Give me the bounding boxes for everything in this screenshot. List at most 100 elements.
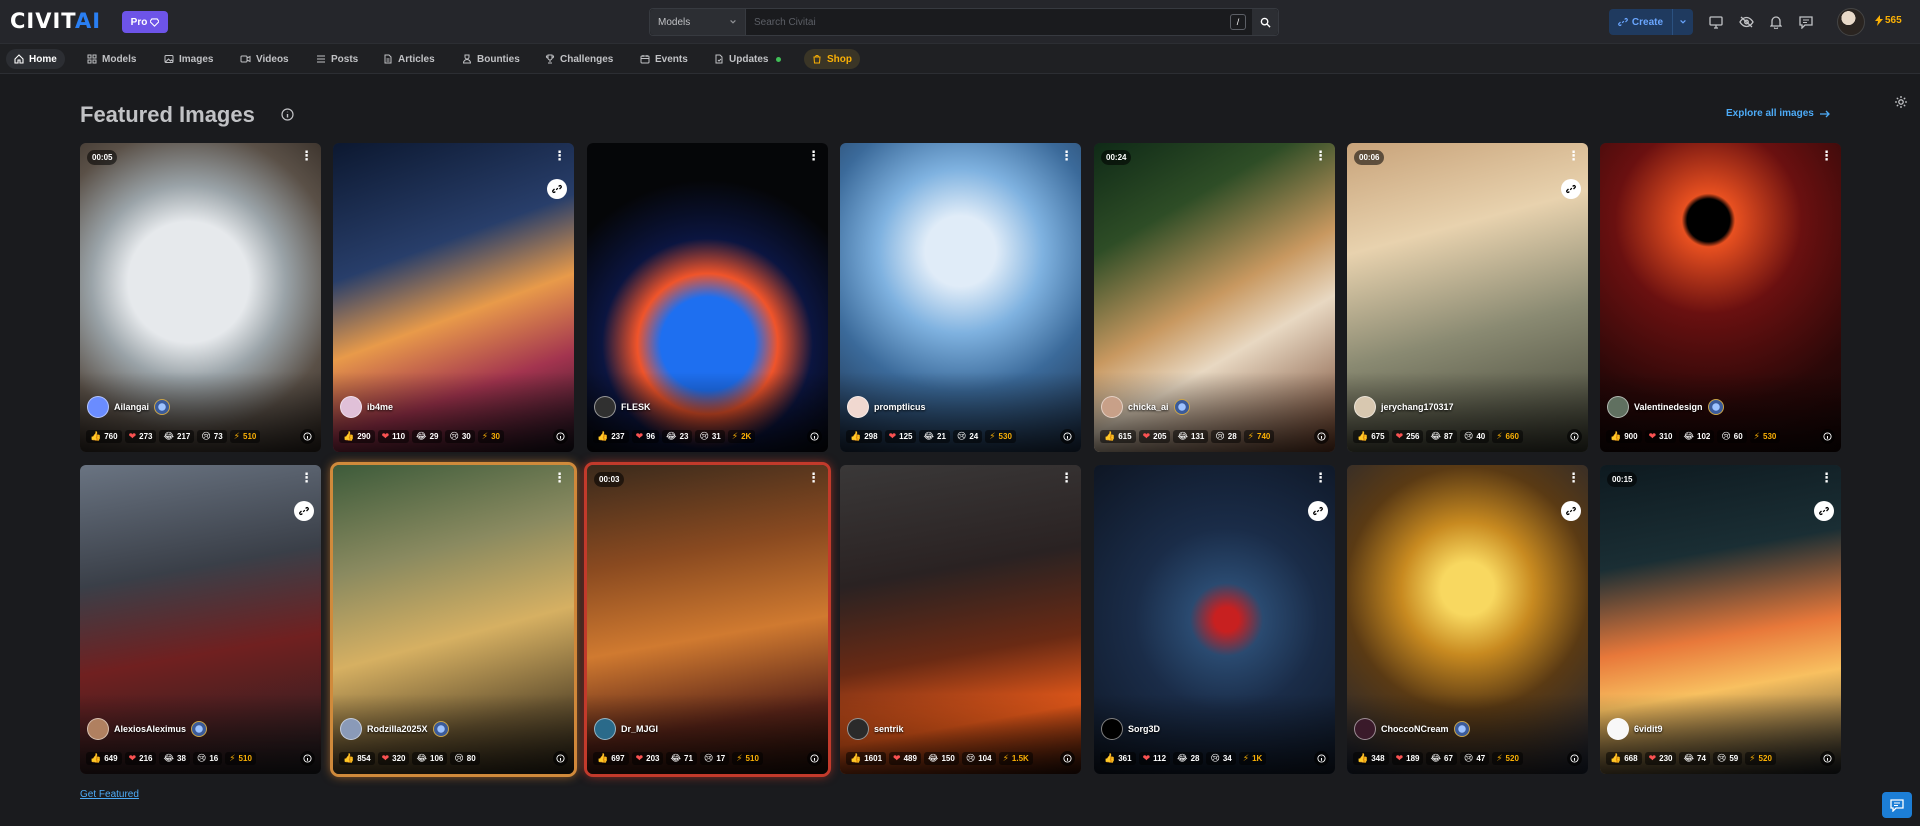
create-button[interactable]: Create xyxy=(1609,9,1693,35)
buzz-tip[interactable]: ⚡ 1K xyxy=(1238,751,1267,765)
more-options-icon[interactable]: ⋮ xyxy=(300,471,313,484)
image-card[interactable]: ⋮ Sorg3D 👍 361 ❤ 112 😂 28 😢 34 ⚡ 1K xyxy=(1094,465,1335,774)
heart-reaction[interactable]: ❤ 273 xyxy=(124,429,157,443)
image-card[interactable]: 00:03 ⋮ Dr_MJGI 👍 697 ❤ 203 😂 71 😢 17 ⚡ 510 xyxy=(587,465,828,774)
like-reaction[interactable]: 👍 649 xyxy=(86,751,122,765)
heart-reaction[interactable]: ❤ 189 xyxy=(1391,751,1424,765)
image-card[interactable]: ⋮ FLESK 👍 237 ❤ 96 😂 23 😢 31 ⚡ 2K xyxy=(587,143,828,452)
remix-icon[interactable] xyxy=(547,179,567,199)
laugh-reaction[interactable]: 😂 21 xyxy=(919,429,950,443)
chat-button[interactable] xyxy=(1882,792,1912,818)
card-user[interactable]: jerychang170317 xyxy=(1354,396,1454,418)
bell-icon[interactable] xyxy=(1767,13,1785,31)
cry-reaction[interactable]: 😢 17 xyxy=(699,751,730,765)
card-user[interactable]: FLESK xyxy=(594,396,651,418)
cry-reaction[interactable]: 😢 80 xyxy=(450,751,480,765)
heart-reaction[interactable]: ❤ 96 xyxy=(631,429,660,443)
like-reaction[interactable]: 👍 361 xyxy=(1100,751,1136,765)
laugh-reaction[interactable]: 😂 131 xyxy=(1173,429,1209,443)
heart-reaction[interactable]: ❤ 112 xyxy=(1138,751,1171,765)
nav-events[interactable]: Events xyxy=(632,49,696,69)
card-user[interactable]: 6vidit9 xyxy=(1607,718,1663,740)
nav-home[interactable]: Home xyxy=(6,49,65,69)
cry-reaction[interactable]: 😢 31 xyxy=(695,429,725,443)
cry-reaction[interactable]: 😢 60 xyxy=(1717,429,1747,443)
image-info-icon[interactable] xyxy=(1567,429,1582,444)
create-menu-caret[interactable] xyxy=(1673,18,1693,26)
card-user[interactable]: Rodzilla2025X xyxy=(340,718,449,740)
card-user[interactable]: promptlicus xyxy=(847,396,926,418)
cry-reaction[interactable]: 😢 16 xyxy=(192,751,223,765)
image-info-icon[interactable] xyxy=(1820,751,1835,766)
more-options-icon[interactable]: ⋮ xyxy=(553,149,566,162)
image-info-icon[interactable] xyxy=(807,429,822,444)
remix-icon[interactable] xyxy=(1561,501,1581,521)
image-info-icon[interactable] xyxy=(1060,751,1075,766)
search-button[interactable] xyxy=(1252,9,1278,35)
like-reaction[interactable]: 👍 615 xyxy=(1100,429,1136,443)
nav-bounties[interactable]: Bounties xyxy=(454,49,528,69)
heart-reaction[interactable]: ❤ 216 xyxy=(124,751,157,765)
image-card[interactable]: 00:05 ⋮ Ailangai 👍 760 ❤ 273 😂 217 😢 73 ⚡ 510 xyxy=(80,143,321,452)
more-options-icon[interactable]: ⋮ xyxy=(1314,471,1327,484)
more-options-icon[interactable]: ⋮ xyxy=(553,471,566,484)
like-reaction[interactable]: 👍 697 xyxy=(593,751,629,765)
nav-challenges[interactable]: Challenges xyxy=(537,49,621,69)
nav-shop[interactable]: Shop xyxy=(804,49,860,69)
image-info-icon[interactable] xyxy=(1314,429,1329,444)
image-info-icon[interactable] xyxy=(807,751,822,766)
user-avatar[interactable] xyxy=(1837,8,1865,36)
info-icon[interactable] xyxy=(281,108,294,124)
nav-articles[interactable]: Articles xyxy=(375,49,443,69)
cry-reaction[interactable]: 😢 59 xyxy=(1712,751,1743,765)
like-reaction[interactable]: 👍 298 xyxy=(846,429,882,443)
image-card[interactable]: ⋮ Rodzilla2025X 👍 854 ❤ 320 😂 106 😢 80 xyxy=(333,465,574,774)
buzz-tip[interactable]: ⚡ 510 xyxy=(229,429,261,443)
laugh-reaction[interactable]: 😂 217 xyxy=(159,429,195,443)
laugh-reaction[interactable]: 😂 23 xyxy=(662,429,693,443)
buzz-tip[interactable]: ⚡ 520 xyxy=(1492,751,1523,765)
search-input[interactable] xyxy=(746,9,1230,35)
remix-icon[interactable] xyxy=(1561,179,1581,199)
more-options-icon[interactable]: ⋮ xyxy=(1060,149,1073,162)
laugh-reaction[interactable]: 😂 87 xyxy=(1426,429,1457,443)
card-user[interactable]: Sorg3D xyxy=(1101,718,1160,740)
laugh-reaction[interactable]: 😂 71 xyxy=(666,751,697,765)
message-icon[interactable] xyxy=(1797,13,1815,31)
buzz-tip[interactable]: ⚡ 520 xyxy=(1745,751,1776,765)
cry-reaction[interactable]: 😢 47 xyxy=(1459,751,1490,765)
image-card[interactable]: ⋮ AlexiosAleximus 👍 649 ❤ 216 😂 38 😢 16 ⚡ 510 xyxy=(80,465,321,774)
laugh-reaction[interactable]: 😂 29 xyxy=(412,429,443,443)
heart-reaction[interactable]: ❤ 256 xyxy=(1391,429,1424,443)
like-reaction[interactable]: 👍 854 xyxy=(339,751,375,765)
image-card[interactable]: 00:06 ⋮ jerychang170317 👍 675 ❤ 256 😂 87 😢 40… xyxy=(1347,143,1588,452)
heart-reaction[interactable]: ❤ 205 xyxy=(1138,429,1171,443)
laugh-reaction[interactable]: 😂 106 xyxy=(412,751,448,765)
nav-models[interactable]: Models xyxy=(79,49,144,69)
card-user[interactable]: sentrik xyxy=(847,718,904,740)
like-reaction[interactable]: 👍 290 xyxy=(339,429,375,443)
laugh-reaction[interactable]: 😂 102 xyxy=(1679,429,1715,443)
cry-reaction[interactable]: 😢 40 xyxy=(1459,429,1490,443)
cry-reaction[interactable]: 😢 73 xyxy=(197,429,227,443)
like-reaction[interactable]: 👍 760 xyxy=(86,429,122,443)
laugh-reaction[interactable]: 😂 74 xyxy=(1679,751,1710,765)
image-card[interactable]: 00:24 ⋮ chicka_ai 👍 615 ❤ 205 😂 131 😢 28 ⚡ 740 xyxy=(1094,143,1335,452)
buzz-tip[interactable]: ⚡ 530 xyxy=(1749,429,1781,443)
like-reaction[interactable]: 👍 348 xyxy=(1353,751,1389,765)
heart-reaction[interactable]: ❤ 489 xyxy=(889,751,921,765)
heart-reaction[interactable]: ❤ 203 xyxy=(631,751,664,765)
card-user[interactable]: Ailangai xyxy=(87,396,171,418)
cry-reaction[interactable]: 😢 104 xyxy=(961,751,996,765)
cry-reaction[interactable]: 😢 34 xyxy=(1206,751,1236,765)
nav-updates[interactable]: Updates xyxy=(706,49,789,69)
more-options-icon[interactable]: ⋮ xyxy=(1567,471,1580,484)
laugh-reaction[interactable]: 😂 67 xyxy=(1426,751,1457,765)
card-user[interactable]: ib4me xyxy=(340,396,393,418)
image-info-icon[interactable] xyxy=(553,751,568,766)
more-options-icon[interactable]: ⋮ xyxy=(300,149,313,162)
card-user[interactable]: AlexiosAleximus xyxy=(87,718,208,740)
image-info-icon[interactable] xyxy=(1060,429,1075,444)
like-reaction[interactable]: 👍 237 xyxy=(593,429,629,443)
buzz-tip[interactable]: ⚡ 660 xyxy=(1492,429,1523,443)
